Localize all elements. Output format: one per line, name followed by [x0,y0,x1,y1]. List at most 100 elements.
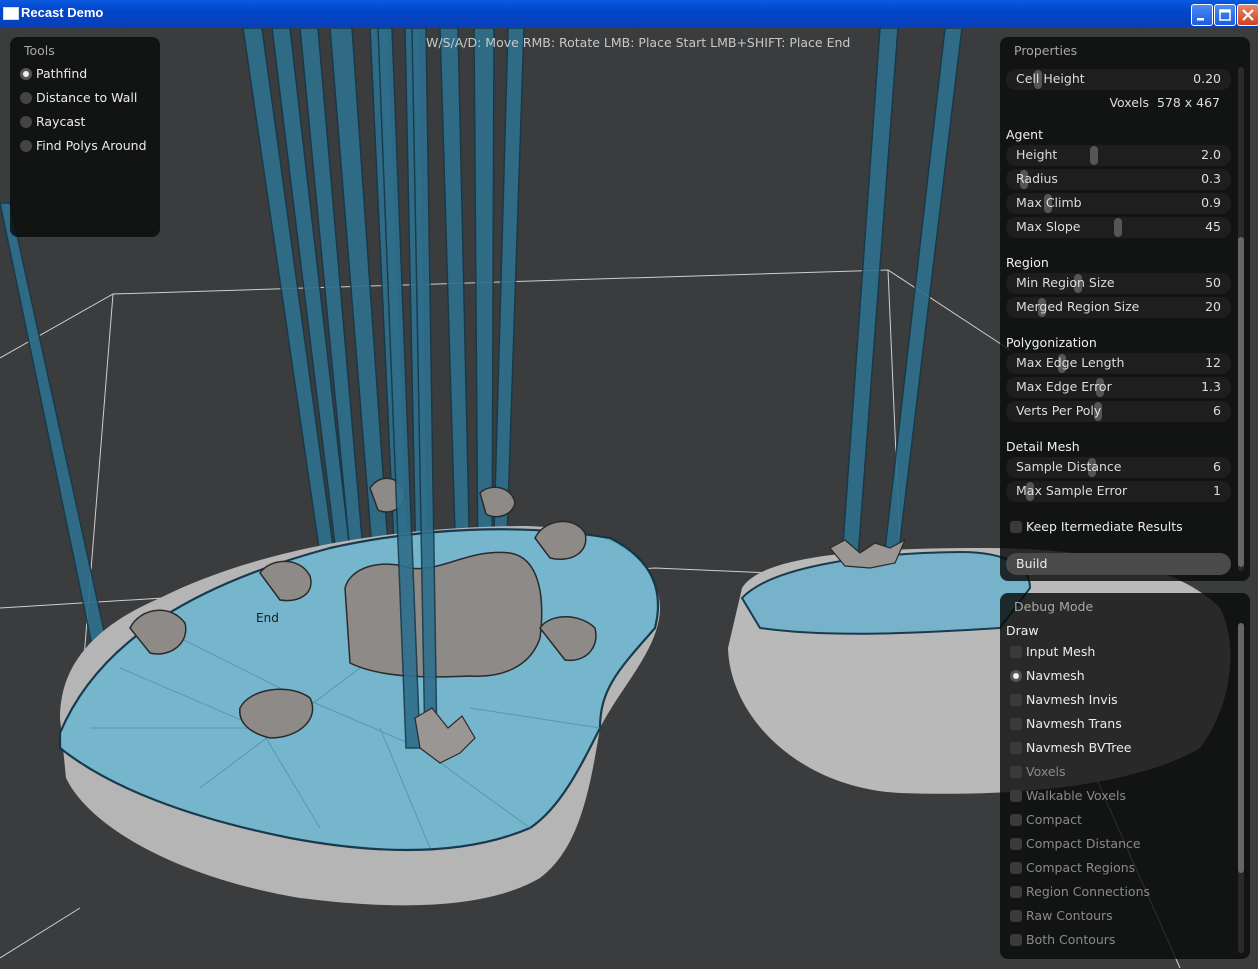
slider-value: 0.20 [1193,71,1221,86]
window-titlebar: Recast Demo [0,0,1258,28]
properties-scrollbar[interactable] [1238,67,1244,571]
app-icon [3,7,19,20]
draw-option-label: Input Mesh [1026,644,1096,659]
checkbox-icon [1010,862,1022,874]
draw-option-label: Navmesh [1026,668,1085,683]
slider-label: Sample Distance [1016,459,1122,474]
radio-icon [20,116,32,128]
slider-label: Max Sample Error [1016,483,1128,498]
scrollbar-thumb[interactable] [1238,623,1244,873]
slider-value: 1 [1213,483,1221,498]
voxels-value: 578 x 467 [1156,95,1220,110]
draw-option-label: Region Connections [1026,884,1151,899]
properties-title: Properties [1014,43,1078,58]
checkbox-icon [1010,838,1022,850]
3d-viewport[interactable]: W/S/A/D: Move RMB: Rotate LMB: Place Sta… [0,28,1258,969]
min-region-size-slider[interactable]: Min Region Size 50 [1006,273,1231,294]
detail-mesh-heading: Detail Mesh [1006,439,1080,454]
slider-label: Cell Height [1016,71,1085,86]
checkbox-icon [1010,742,1022,754]
slider-label: Verts Per Poly [1016,403,1102,418]
sample-distance-slider[interactable]: Sample Distance 6 [1006,457,1231,478]
checkbox-icon [1010,814,1022,826]
cell-height-slider[interactable]: Cell Height 0.20 [1006,69,1231,90]
draw-option-label: Navmesh Invis [1026,692,1118,707]
slider-value: 6 [1213,403,1221,418]
draw-option-label: Both Contours [1026,932,1116,947]
polygonization-heading: Polygonization [1006,335,1097,350]
slider-value: 50 [1205,275,1221,290]
checkbox-label: Keep Itermediate Results [1026,519,1183,534]
slider-knob[interactable] [1114,218,1122,237]
checkbox-icon [1010,718,1022,730]
draw-option-label: Compact [1026,812,1082,827]
end-marker-label: End [256,611,279,625]
voxels-info: Voxels 578 x 467 [1109,95,1220,110]
slider-value: 12 [1205,355,1221,370]
radio-icon [20,140,32,152]
checkbox-icon [1010,910,1022,922]
agent-heading: Agent [1006,127,1043,142]
slider-label: Radius [1016,171,1058,186]
draw-option-label: Voxels [1026,764,1066,779]
slider-value: 45 [1205,219,1221,234]
debug-mode-panel: Debug Mode Draw Input Mesh Navmesh Navmesh… [1000,593,1250,959]
checkbox-icon [1010,934,1022,946]
agent-height-slider[interactable]: Height 2.0 [1006,145,1231,166]
max-edge-error-slider[interactable]: Max Edge Error 1.3 [1006,377,1231,398]
maximize-icon [1219,9,1231,21]
minimize-icon [1197,18,1204,21]
slider-label: Max Edge Length [1016,355,1125,370]
radio-icon [20,92,32,104]
tools-panel: Tools Pathfind Distance to Wall Raycast … [10,37,160,237]
window-title: Recast Demo [21,5,104,20]
debug-scrollbar[interactable] [1238,623,1244,953]
slider-value: 2.0 [1201,147,1221,162]
properties-panel: Properties Cell Height 0.20 Voxels 578 x… [1000,37,1250,581]
draw-option-label: Navmesh Trans [1026,716,1122,731]
draw-option-label: Compact Distance [1026,836,1141,851]
checkbox-icon [1010,521,1022,533]
maximize-button[interactable] [1214,4,1236,26]
build-button[interactable]: Build [1006,553,1231,575]
max-slope-slider[interactable]: Max Slope 45 [1006,217,1231,238]
slider-value: 0.3 [1201,171,1221,186]
max-edge-length-slider[interactable]: Max Edge Length 12 [1006,353,1231,374]
build-button-label: Build [1016,556,1048,571]
max-sample-error-slider[interactable]: Max Sample Error 1 [1006,481,1231,502]
slider-value: 1.3 [1201,379,1221,394]
slider-label: Merged Region Size [1016,299,1140,314]
slider-value: 0.9 [1201,195,1221,210]
draw-option-label: Compact Regions [1026,860,1136,875]
max-climb-slider[interactable]: Max Climb 0.9 [1006,193,1231,214]
tools-title: Tools [24,43,55,58]
slider-knob[interactable] [1090,146,1098,165]
draw-option-label: Navmesh BVTree [1026,740,1132,755]
tool-label: Pathfind [36,66,88,81]
close-icon [1242,9,1254,21]
slider-value: 6 [1213,459,1221,474]
slider-label: Height [1016,147,1058,162]
slider-value: 20 [1205,299,1221,314]
slider-label: Min Region Size [1016,275,1115,290]
slider-label: Max Climb [1016,195,1082,210]
radio-selected-icon [20,68,32,80]
tool-label: Find Polys Around [36,138,147,153]
verts-per-poly-slider[interactable]: Verts Per Poly 6 [1006,401,1231,422]
agent-radius-slider[interactable]: Radius 0.3 [1006,169,1231,190]
draw-option-label: Walkable Voxels [1026,788,1126,803]
scrollbar-thumb[interactable] [1238,237,1244,567]
checkbox-icon [1010,766,1022,778]
minimize-button[interactable] [1191,4,1213,26]
region-heading: Region [1006,255,1049,270]
slider-label: Max Edge Error [1016,379,1112,394]
checkbox-icon [1010,886,1022,898]
radio-selected-icon [1010,670,1022,682]
checkbox-icon [1010,790,1022,802]
tool-label: Distance to Wall [36,90,138,105]
merged-region-size-slider[interactable]: Merged Region Size 20 [1006,297,1231,318]
debug-title: Debug Mode [1014,599,1094,614]
tool-label: Raycast [36,114,86,129]
checkbox-icon [1010,646,1022,658]
close-button[interactable] [1237,4,1258,26]
